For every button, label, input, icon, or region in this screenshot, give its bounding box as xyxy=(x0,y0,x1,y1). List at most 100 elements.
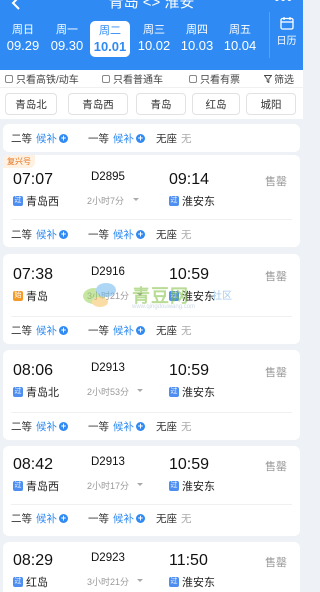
seat-second-class[interactable]: 二等 候补 + xyxy=(11,131,68,146)
seat-first-class[interactable]: 一等 候补 + xyxy=(88,511,145,526)
date-selector: 周日 09.29 周一 09.30 周二 10.01 周三 10.02 周四 1… xyxy=(0,20,303,58)
seat-status: 候补 xyxy=(113,420,134,433)
train-card[interactable]: 08:06 D2913 10:59 售罄 过 青岛北 2小时53分 过 淮安东 … xyxy=(3,350,300,440)
seat-class-label: 二等 xyxy=(11,324,32,337)
filter-high-speed[interactable]: 只看高铁/动车 xyxy=(5,71,79,86)
plus-icon: + xyxy=(59,420,68,431)
train-card[interactable]: 07:38 D2916 10:59 售罄 始 青岛 3小时21分 过 淮安东 二… xyxy=(3,254,300,344)
fuxing-badge: 复兴号 xyxy=(3,155,35,168)
pass-tag-icon: 过 xyxy=(13,577,23,587)
date-weekday: 周日 xyxy=(12,24,34,36)
duration: 2小时17分 xyxy=(87,481,130,491)
train-number: D2923 xyxy=(91,552,125,564)
seat-no-seat: 无座 无 xyxy=(156,227,192,242)
station-name: 淮安东 xyxy=(182,196,215,208)
seat-class-label: 二等 xyxy=(11,228,32,241)
train-card[interactable]: 复兴号 07:07 D2895 09:14 售罄 过 青岛西 2小时7分 过 淮… xyxy=(3,155,300,247)
filter-label: 只看有票 xyxy=(200,75,240,86)
seat-no-seat: 无座 无 xyxy=(156,131,192,146)
pass-tag-icon: 过 xyxy=(169,481,179,491)
date-tab-1002[interactable]: 周三 10.02 xyxy=(134,20,174,58)
station-chip-hongdao[interactable]: 红岛 xyxy=(192,93,240,115)
seat-class-label: 一等 xyxy=(88,228,109,241)
sold-out-status: 售罄 xyxy=(265,461,287,473)
seat-status: 无 xyxy=(181,512,192,525)
plus-icon: + xyxy=(59,228,68,239)
filter-label: 筛选 xyxy=(274,75,294,86)
plus-icon: + xyxy=(136,132,145,143)
seat-class-label: 无座 xyxy=(156,132,177,145)
arrival-station: 过 淮安东 xyxy=(169,193,215,209)
date-weekday: 周一 xyxy=(56,24,78,36)
arrival-station: 过 淮安东 xyxy=(169,288,215,304)
date-value: 10.01 xyxy=(93,39,127,54)
seat-second-class[interactable]: 二等 候补 + xyxy=(11,419,68,434)
arrival-station: 过 淮安东 xyxy=(169,384,215,400)
seat-first-class[interactable]: 一等 候补 + xyxy=(88,227,145,242)
seat-status: 候补 xyxy=(113,324,134,337)
train-number: D2913 xyxy=(91,362,125,374)
duration: 3小时21分 xyxy=(87,577,130,587)
seat-second-class[interactable]: 二等 候补 + xyxy=(11,511,68,526)
plus-icon: + xyxy=(59,132,68,143)
date-tab-1003[interactable]: 周四 10.03 xyxy=(177,20,217,58)
station-name: 淮安东 xyxy=(182,577,215,589)
sold-out-status: 售罄 xyxy=(265,557,287,569)
plus-icon: + xyxy=(136,228,145,239)
seat-second-class[interactable]: 二等 候补 + xyxy=(11,323,68,338)
more-menu-icon[interactable]: ••• xyxy=(274,0,293,8)
seat-first-class[interactable]: 一等 候补 + xyxy=(88,131,145,146)
plus-icon: + xyxy=(136,512,145,523)
station-name: 青岛西 xyxy=(26,196,59,208)
date-tab-1001[interactable]: 周二 10.01 xyxy=(90,21,130,57)
departure-station: 过 青岛北 xyxy=(13,384,59,400)
train-number: D2913 xyxy=(91,456,125,468)
chevron-down-icon xyxy=(137,483,143,486)
station-chip-qingdaoxi[interactable]: 青岛西 xyxy=(68,93,128,115)
seat-status: 无 xyxy=(181,228,192,241)
pass-tag-icon: 过 xyxy=(13,481,23,491)
seat-class-label: 无座 xyxy=(156,420,177,433)
pass-tag-icon: 过 xyxy=(13,196,23,206)
filter-normal-train[interactable]: 只看普通车 xyxy=(102,71,163,86)
seat-class-label: 一等 xyxy=(88,132,109,145)
seat-status: 候补 xyxy=(36,324,57,337)
train-card[interactable]: 08:29 D2923 11:50 售罄 过 红岛 3小时21分 过 淮安东 xyxy=(3,542,300,592)
seat-second-class[interactable]: 二等 候补 + xyxy=(11,227,68,242)
station-chip-chengyang[interactable]: 城阳 xyxy=(246,93,296,115)
departure-station: 过 红岛 xyxy=(13,574,48,590)
train-card-partial[interactable]: 二等 候补 + 一等 候补 + 无座 无 xyxy=(3,124,300,152)
seat-class-label: 一等 xyxy=(88,420,109,433)
date-tab-0929[interactable]: 周日 09.29 xyxy=(3,20,43,58)
calendar-button[interactable]: 日历 xyxy=(269,12,303,58)
filter-button[interactable]: 筛选 xyxy=(264,71,294,86)
filter-bar: 只看高铁/动车 只看普通车 只看有票 筛选 xyxy=(0,70,303,87)
seat-status: 候补 xyxy=(113,512,134,525)
seat-class-label: 二等 xyxy=(11,420,32,433)
seat-no-seat: 无座 无 xyxy=(156,419,192,434)
checkbox-icon xyxy=(189,74,197,83)
sold-out-status: 售罄 xyxy=(265,271,287,283)
seat-row: 二等 候补 + 一等 候补 + 无座 无 xyxy=(3,125,300,151)
title-bar: 青岛 <> 淮安 ••• xyxy=(0,0,303,14)
date-value: 09.30 xyxy=(50,38,84,53)
seat-status: 无 xyxy=(181,324,192,337)
arrival-station: 过 淮安东 xyxy=(169,478,215,494)
seat-no-seat: 无座 无 xyxy=(156,323,192,338)
train-card[interactable]: 08:42 D2913 10:59 售罄 过 青岛西 2小时17分 过 淮安东 … xyxy=(3,446,300,536)
train-number: D2895 xyxy=(91,171,125,183)
station-chip-qingdao[interactable]: 青岛 xyxy=(136,93,186,115)
filter-has-ticket[interactable]: 只看有票 xyxy=(189,71,240,86)
date-value: 10.02 xyxy=(137,38,171,53)
page-title: 青岛 <> 淮安 xyxy=(108,0,195,11)
station-chip-qingdaobei[interactable]: 青岛北 xyxy=(5,93,57,115)
calendar-label: 日历 xyxy=(276,36,297,47)
seat-status: 候补 xyxy=(36,132,57,145)
arrival-time: 11:50 xyxy=(169,552,208,569)
seat-first-class[interactable]: 一等 候补 + xyxy=(88,323,145,338)
departure-time: 07:07 xyxy=(13,171,54,188)
pass-tag-icon: 过 xyxy=(169,291,179,301)
seat-first-class[interactable]: 一等 候补 + xyxy=(88,419,145,434)
date-tab-1004[interactable]: 周五 10.04 xyxy=(220,20,260,58)
date-tab-0930[interactable]: 周一 09.30 xyxy=(47,20,87,58)
